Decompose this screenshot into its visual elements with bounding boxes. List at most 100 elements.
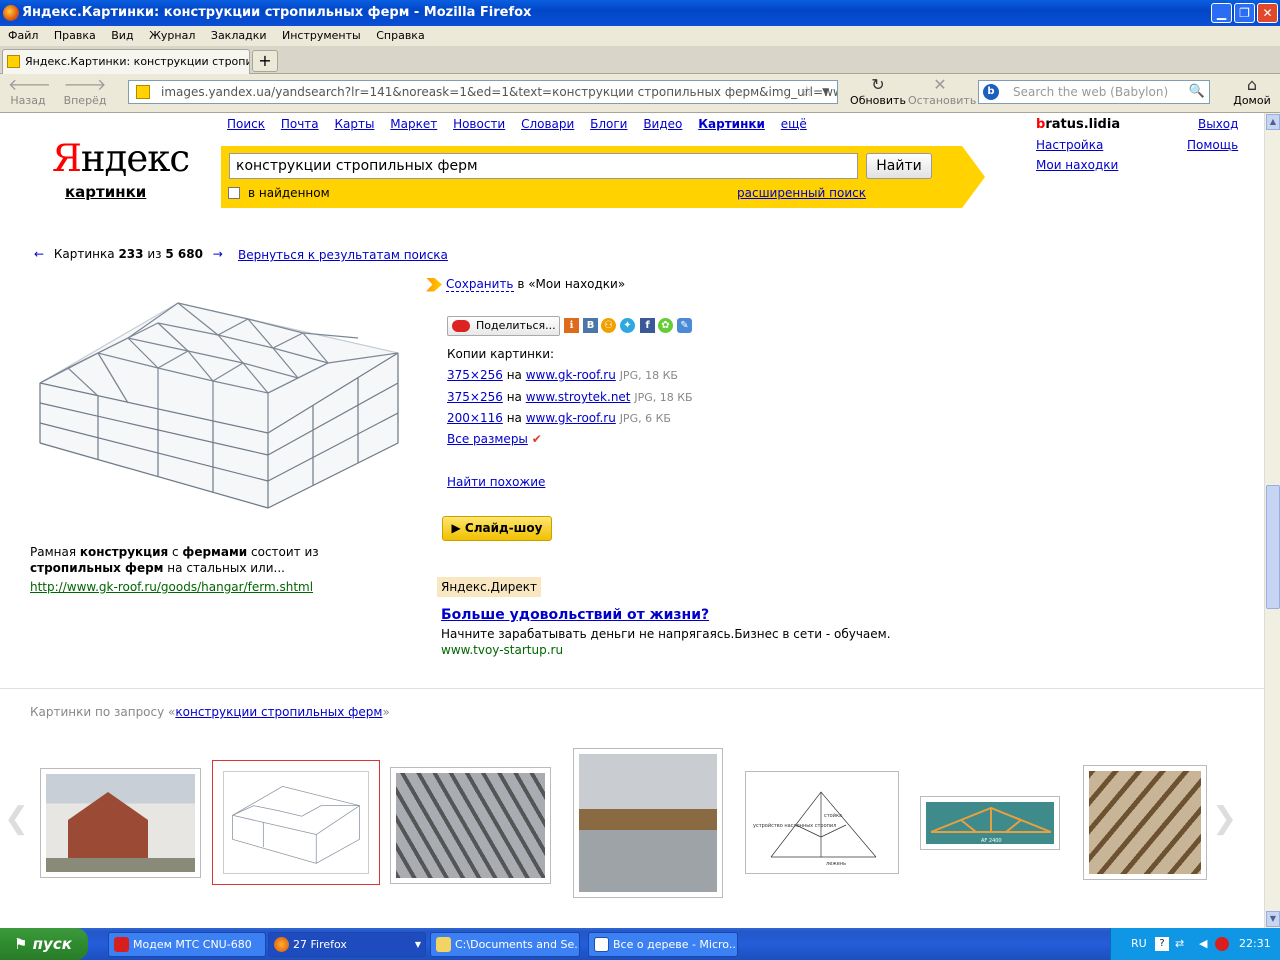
back-to-results-link[interactable]: Вернуться к результатам поиска [238,248,448,262]
reload-button[interactable]: ↻ Обновить [850,76,906,108]
tab-yandex-images[interactable]: Яндекс.Картинки: конструкции стропиль... [2,49,250,74]
twitter-icon[interactable]: ✦ [620,318,635,333]
main-truss-image[interactable] [28,293,406,521]
next-image-arrow[interactable]: → [213,247,223,261]
logo-images-link[interactable]: картинки [65,183,146,201]
image-source-link[interactable]: http://www.gk-roof.ru/goods/hangar/ferm.… [30,580,313,594]
home-button[interactable]: ⌂ Домой [1232,76,1272,108]
ad-text: Начните зарабатывать деньги не напрягаяс… [441,627,891,641]
menu-help[interactable]: Справка [376,29,424,42]
clock[interactable]: 22:31 [1239,928,1271,960]
nav-dictionaries[interactable]: Словари [521,117,574,131]
ad-title-link[interactable]: Больше удовольствий от жизни? [441,607,709,623]
logout-link[interactable]: Выход [1198,117,1238,131]
new-tab-button[interactable]: + [252,50,278,72]
prev-image-arrow[interactable]: ← [34,247,44,261]
task-explorer[interactable]: C:\Documents and Se... [430,932,580,957]
nav-mail[interactable]: Почта [281,117,319,131]
task-firefox[interactable]: 27 Firefox ▼ [268,932,426,957]
nav-news[interactable]: Новости [453,117,505,131]
copy-size-link[interactable]: 375×256 [447,368,503,382]
nav-more[interactable]: ещё [781,117,807,131]
copy-size-link[interactable]: 375×256 [447,390,503,404]
scroll-down-icon[interactable]: ▼ [1266,911,1280,927]
url-dropdown-icon[interactable]: ▼ [822,81,829,103]
menu-history[interactable]: Журнал [149,29,195,42]
yandex-logo[interactable]: Яндекс [52,139,190,179]
window-titlebar: Яндекс.Картинки: конструкции стропильных… [0,0,1280,26]
related-query-link[interactable]: конструкции стропильных ферм [175,705,382,719]
nav-blogs[interactable]: Блоги [590,117,627,131]
close-button[interactable]: ✕ [1257,3,1278,23]
slideshow-button[interactable]: ▶ Слайд-шоу [442,516,552,541]
livejournal-icon[interactable]: ℹ [564,318,579,333]
search-button[interactable]: Найти [866,153,932,179]
blog-pen-icon[interactable]: ✎ [677,318,692,333]
menu-file[interactable]: Файл [8,29,38,42]
yandex-direct-label[interactable]: Яндекс.Директ [437,577,541,597]
nav-maps[interactable]: Карты [334,117,374,131]
scrollbar-thumb[interactable] [1266,485,1280,609]
back-button[interactable]: 🡐 Назад [8,76,51,108]
nav-video[interactable]: Видео [643,117,682,131]
search-input[interactable]: конструкции стропильных ферм [229,153,858,179]
thumbnail-3[interactable] [390,767,551,884]
copy-site-link[interactable]: www.gk-roof.ru [526,368,616,382]
nav-images[interactable]: Картинки [698,117,765,131]
forward-button[interactable]: 🡒 Вперёд [60,76,110,108]
save-link[interactable]: Сохранить [446,277,514,292]
opera-tray-icon[interactable] [1215,937,1229,951]
copy-site-link[interactable]: www.gk-roof.ru [526,411,616,425]
nav-market[interactable]: Маркет [390,117,437,131]
all-sizes-link[interactable]: Все размеры [447,432,528,446]
copy-size-link[interactable]: 200×116 [447,411,503,425]
firefox-icon [274,937,289,952]
scroll-up-icon[interactable]: ▲ [1266,114,1280,130]
stop-button[interactable]: ✕ Остановить [908,76,976,108]
start-button[interactable]: ⚑ пуск [0,928,88,960]
arrow-back-icon[interactable]: ◀ [1199,928,1207,960]
in-found-checkbox[interactable] [228,187,240,199]
find-similar-link[interactable]: Найти похожие [447,475,545,489]
nav-search[interactable]: Поиск [227,117,265,131]
help-question-icon[interactable]: ? [1155,937,1169,951]
menu-bookmarks[interactable]: Закладки [211,29,267,42]
task-word[interactable]: Все о дереве - Micro... [588,932,738,957]
facebook-icon[interactable]: f [640,318,655,333]
thumbs-prev-arrow[interactable]: ❮ [4,801,29,836]
search-icon[interactable]: 🔍 [1189,81,1205,103]
thumbnail-1[interactable] [40,768,201,878]
my-finds-link[interactable]: Мои находки [1036,158,1118,172]
minimize-button[interactable]: ▁ [1211,3,1232,23]
task-modem[interactable]: Модем МТС CNU-680 [108,932,266,957]
service-nav: Поиск Почта Карты Маркет Новости Словари… [227,117,819,131]
thumbnail-4[interactable] [573,748,723,898]
thumbnail-7[interactable] [1083,765,1207,880]
settings-link[interactable]: Настройка [1036,138,1103,152]
thumbs-next-arrow[interactable]: ❯ [1212,801,1237,836]
username-first-letter: b [1036,117,1046,132]
vkontakte-icon[interactable]: В [583,318,598,333]
menu-view[interactable]: Вид [111,29,133,42]
thumbnail-5[interactable]: устройство наслонных стропил стойка леже… [745,771,899,874]
maximize-button[interactable]: ❐ [1234,3,1255,23]
ad-url[interactable]: www.tvoy-startup.ru [441,643,563,657]
moi-mir-icon[interactable]: ⚇ [601,318,616,333]
thumbnail-2-selected[interactable] [212,760,380,885]
bookmark-star-icon[interactable]: ☆ [800,81,813,103]
menu-edit[interactable]: Правка [54,29,96,42]
odnoklassniki-icon[interactable]: ✿ [658,318,673,333]
url-bar[interactable]: images.yandex.ua/yandsearch?lr=141&norea… [128,80,838,104]
vertical-scrollbar[interactable]: ▲ ▼ [1264,113,1280,928]
thumbnail-6[interactable]: AF 2400 [920,796,1060,850]
menu-tools[interactable]: Инструменты [282,29,361,42]
network-icon[interactable]: ⇄ [1175,928,1184,960]
username-link[interactable]: bratus.lidia [1036,117,1120,132]
copy-site-link[interactable]: www.stroytek.net [526,390,631,404]
share-button[interactable]: Поделиться... [447,316,560,336]
help-link[interactable]: Помощь [1187,138,1238,152]
username-rest: ratus.lidia [1045,117,1121,132]
language-indicator[interactable]: RU [1131,928,1147,960]
advanced-search-link[interactable]: расширенный поиск [737,186,866,200]
web-search-box[interactable]: b Search the web (Babylon) 🔍 [978,80,1210,104]
